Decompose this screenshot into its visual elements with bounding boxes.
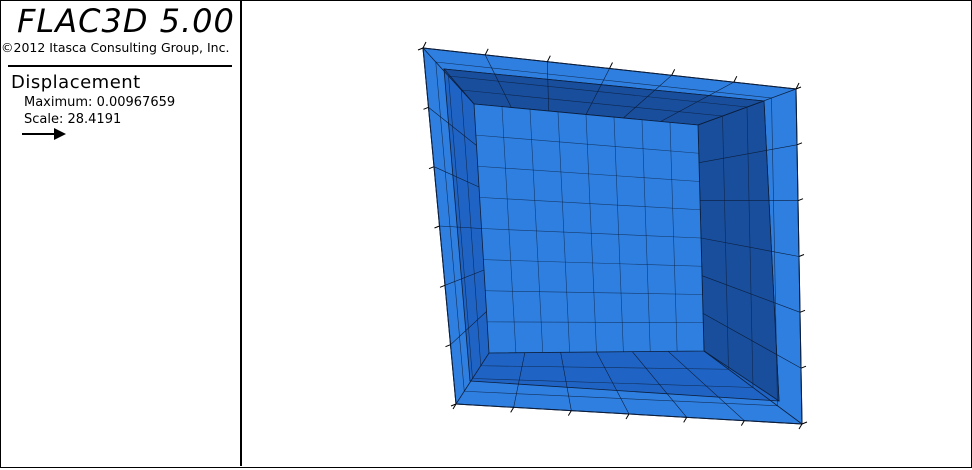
displacement-vector [423,42,426,48]
displacement-vector [684,417,687,422]
displacement-vector [446,345,451,347]
displacement-vector [799,424,802,429]
displacement-vector [798,199,803,201]
displacement-vector [511,407,514,412]
displacement-vector [800,310,805,312]
legend-panel: FLAC3D 5.00 ©2012 Itasca Consulting Grou… [0,0,242,466]
displacement-vector [741,421,744,426]
displacement-vector [802,422,807,424]
displacement-vector [440,285,445,287]
displacement-vector [485,49,488,55]
displacement-vector [568,411,571,416]
displacement-vector [799,255,804,257]
right-arrow-icon [22,127,68,141]
copyright-text: ©2012 Itasca Consulting Group, Inc. [1,40,229,55]
displacement-vector [418,48,423,50]
legend-divider [8,65,232,67]
model-viewport[interactable] [244,1,970,466]
displacement-vector [626,414,629,419]
displacement-vector [547,56,550,62]
legend-heading: Displacement [11,72,141,93]
displacement-vector [734,76,737,82]
displacement-vector [435,226,440,228]
displacement-vector [672,69,675,75]
displacement-vector [610,63,613,69]
legend-scale: Scale: 28.4191 [24,112,121,127]
displacement-vector [797,143,802,145]
displacement-vector [424,107,429,109]
app-title: FLAC3D 5.00 [17,2,235,40]
displacement-vector [429,167,434,169]
back-face [474,104,704,353]
displacement-vector [801,366,806,368]
legend-maximum: Maximum: 0.00967659 [24,95,175,110]
model-view [244,1,970,466]
